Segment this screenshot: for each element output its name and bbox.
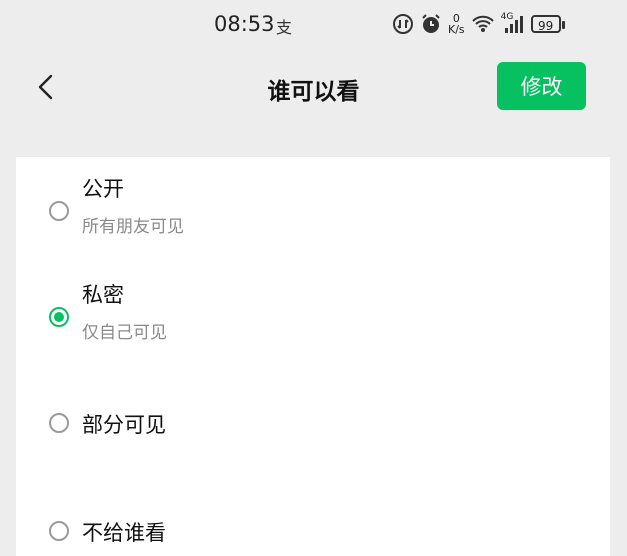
option-exclude[interactable]: 不给谁看 <box>16 497 610 556</box>
option-subtitle: 仅自己可见 <box>82 323 167 343</box>
visibility-options: 公开 所有朋友可见 私密 仅自己可见 部分可见 不给谁看 <box>16 157 610 556</box>
option-title: 公开 <box>82 177 124 201</box>
option-title: 不给谁看 <box>82 521 166 545</box>
alarm-icon <box>420 13 442 35</box>
alipay-icon: 支 <box>276 18 293 37</box>
net-speed: 0 K/s <box>448 13 465 35</box>
edit-button[interactable]: 修改 <box>497 62 586 110</box>
radio-button-unchecked[interactable] <box>49 521 69 541</box>
battery-icon: 99 <box>530 15 565 33</box>
option-subtitle: 所有朋友可见 <box>82 217 184 237</box>
radio-button-unchecked[interactable] <box>49 413 69 433</box>
option-private[interactable]: 私密 仅自己可见 <box>16 267 610 372</box>
signal-icon: 4G <box>500 12 525 34</box>
status-bar: 08:53 支 0 K/s 4G 99 <box>0 0 627 52</box>
option-public[interactable]: 公开 所有朋友可见 <box>16 157 610 262</box>
status-icons: 0 K/s 4G 99 <box>392 10 565 38</box>
nav-bar: 谁可以看 修改 <box>0 52 627 122</box>
radio-button-checked[interactable] <box>49 307 69 327</box>
network-type: 4G <box>500 12 514 22</box>
option-title: 私密 <box>82 283 124 307</box>
net-speed-unit: K/s <box>448 23 465 36</box>
data-saver-icon <box>392 13 414 35</box>
status-time: 08:53 <box>214 12 275 36</box>
wifi-icon <box>471 14 495 34</box>
radio-button-unchecked[interactable] <box>49 201 69 221</box>
option-title: 部分可见 <box>82 413 166 437</box>
option-partial[interactable]: 部分可见 <box>16 387 610 467</box>
